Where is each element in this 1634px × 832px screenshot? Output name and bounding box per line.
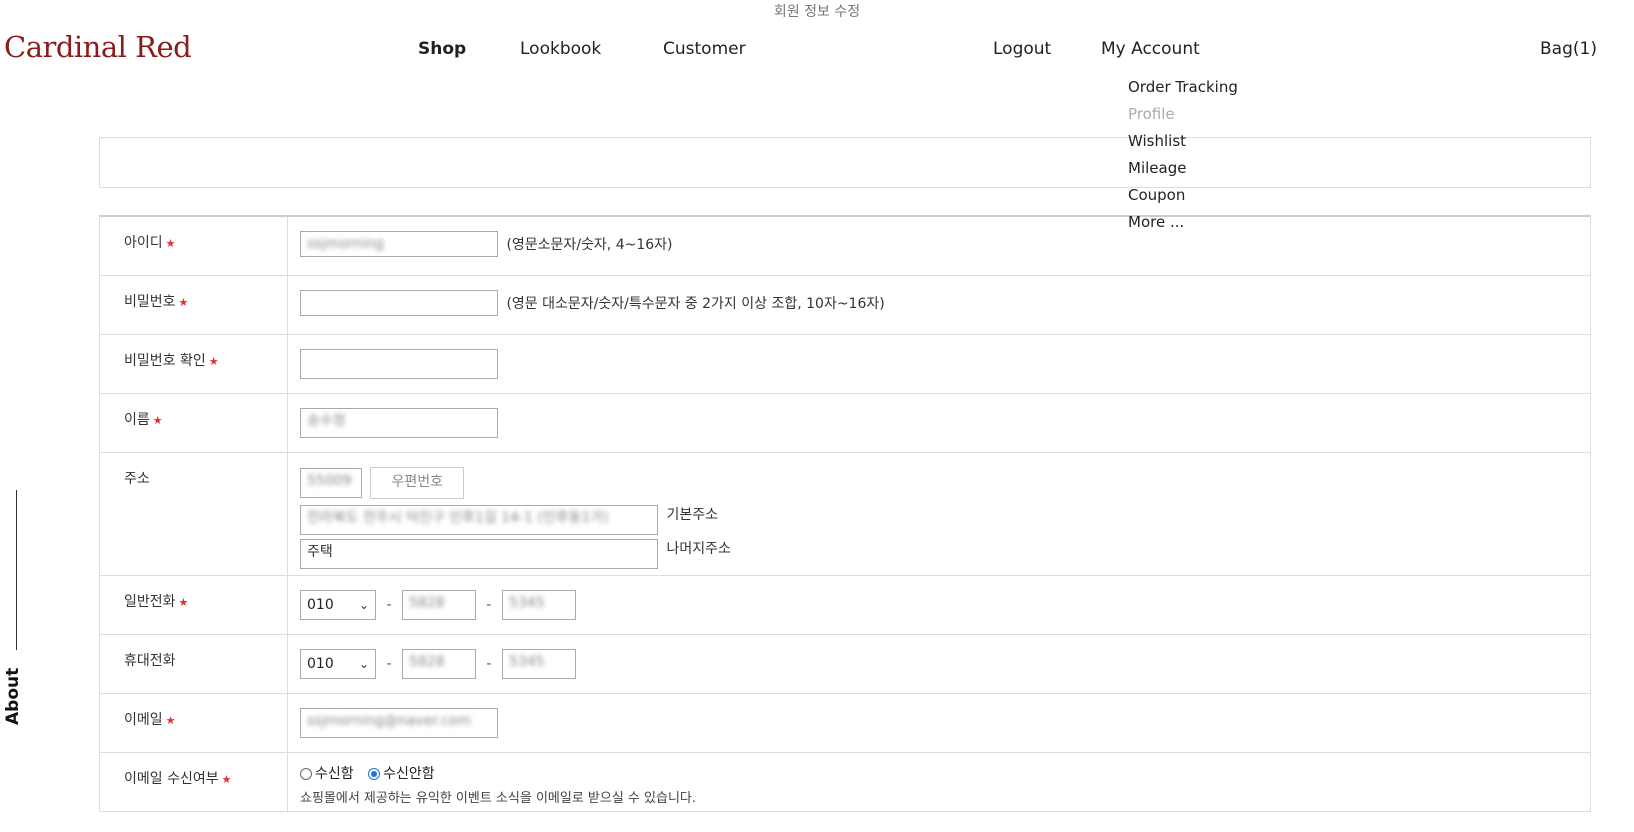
required-mark: ★ [165, 237, 176, 250]
nav-lookbook[interactable]: Lookbook [520, 39, 601, 59]
password-confirm-input[interactable] [300, 349, 498, 379]
info-bar [99, 137, 1591, 188]
id-input[interactable]: ssjmorning [300, 231, 498, 257]
name-label: 이름 ★ [100, 394, 288, 452]
phone-label: 일반전화 ★ [100, 576, 288, 634]
email-opt-yes-label: 수신함 [315, 766, 354, 782]
nav-customer[interactable]: Customer [663, 39, 746, 59]
name-input[interactable]: 송수정 [300, 408, 498, 438]
phone-prefix-select[interactable]: 010 ⌄ [300, 590, 376, 620]
row-password: 비밀번호 ★ (영문 대소문자/숫자/특수문자 중 2가지 이상 조합, 10자~… [100, 276, 1590, 335]
page-title: 회원 정보 수정 [773, 4, 861, 20]
nav-shop[interactable]: Shop [418, 39, 466, 59]
mobile-mid-input[interactable]: 5828 [401, 649, 476, 679]
base-address-input[interactable]: 전라북도 전주시 덕진구 인후1길 14-1 (인후동1가) [300, 505, 658, 535]
phone-mid-input[interactable]: 5828 [401, 590, 476, 620]
required-mark: ★ [152, 414, 163, 427]
account-submenu: Order Tracking Profile Wishlist Mileage … [1128, 78, 1238, 240]
nav-logout[interactable]: Logout [993, 39, 1051, 59]
submenu-order-tracking[interactable]: Order Tracking [1128, 78, 1238, 105]
submenu-mileage[interactable]: Mileage [1128, 159, 1238, 186]
address-label: 주소 [100, 453, 288, 575]
row-password-confirm: 비밀번호 확인 ★ [100, 335, 1590, 394]
row-email-opt: 이메일 수신여부 ★ 수신함 수신안함 쇼핑몰에서 제공하는 유익한 이벤트 소식… [100, 753, 1590, 812]
required-mark: ★ [208, 355, 219, 368]
mobile-label: 휴대전화 [100, 635, 288, 693]
email-opt-no-label: 수신안함 [383, 766, 435, 782]
row-email: 이메일 ★ ssjmorning@naver.com [100, 694, 1590, 753]
password-confirm-label: 비밀번호 확인 ★ [100, 335, 288, 393]
submenu-wishlist[interactable]: Wishlist [1128, 132, 1238, 159]
submenu-more[interactable]: More ... [1128, 213, 1238, 240]
row-phone: 일반전화 ★ 010 ⌄ - 5828 - 5345 [100, 576, 1590, 635]
required-mark: ★ [221, 773, 232, 786]
required-mark: ★ [178, 596, 189, 609]
about-link[interactable]: About [3, 668, 23, 725]
mobile-prefix-select[interactable]: 010 ⌄ [300, 649, 376, 679]
phone-last-input[interactable]: 5345 [501, 590, 576, 620]
required-mark: ★ [165, 714, 176, 727]
zipcode-input[interactable]: 55009 [300, 468, 362, 498]
mobile-last-input[interactable]: 5345 [501, 649, 576, 679]
zipcode-button[interactable]: 우편번호 [370, 467, 464, 499]
submenu-profile[interactable]: Profile [1128, 105, 1238, 132]
row-name: 이름 ★ 송수정 [100, 394, 1590, 453]
row-mobile: 휴대전화 010 ⌄ - 5828 - 5345 [100, 635, 1590, 694]
email-opt-no-radio[interactable] [368, 768, 381, 780]
nav-bag[interactable]: Bag(1) [1540, 39, 1597, 59]
chevron-down-icon: ⌄ [358, 657, 369, 671]
email-input[interactable]: ssjmorning@naver.com [300, 708, 498, 738]
detail-address-hint: 나머지주소 [666, 541, 731, 557]
email-opt-yes-radio[interactable] [300, 768, 312, 780]
email-opt-note: 쇼핑몰에서 제공하는 유익한 이벤트 소식을 이메일로 받으실 수 있습니다. [300, 791, 696, 806]
base-address-hint: 기본주소 [666, 507, 718, 523]
chevron-down-icon: ⌄ [358, 598, 369, 612]
detail-address-input[interactable]: 주택 [300, 539, 658, 569]
row-id: 아이디 ★ ssjmorning (영문소문자/숫자, 4~16자) [100, 217, 1590, 276]
email-label: 이메일 ★ [100, 694, 288, 752]
email-opt-label: 이메일 수신여부 ★ [100, 753, 288, 811]
nav-my-account[interactable]: My Account [1101, 39, 1200, 59]
about-divider [16, 490, 17, 650]
required-mark: ★ [178, 296, 189, 309]
brand-logo[interactable]: Cardinal Red [4, 30, 192, 64]
password-input[interactable] [300, 290, 498, 316]
password-label: 비밀번호 ★ [100, 276, 288, 334]
password-hint: (영문 대소문자/숫자/특수문자 중 2가지 이상 조합, 10자~16자) [506, 296, 885, 312]
submenu-coupon[interactable]: Coupon [1128, 186, 1238, 213]
row-address: 주소 55009 우편번호 전라북도 전주시 덕진구 인후1길 14-1 (인후… [100, 453, 1590, 576]
profile-form: 아이디 ★ ssjmorning (영문소문자/숫자, 4~16자) 비밀번호 ★ … [99, 215, 1591, 812]
id-hint: (영문소문자/숫자, 4~16자) [506, 237, 673, 253]
id-label: 아이디 ★ [100, 217, 288, 275]
